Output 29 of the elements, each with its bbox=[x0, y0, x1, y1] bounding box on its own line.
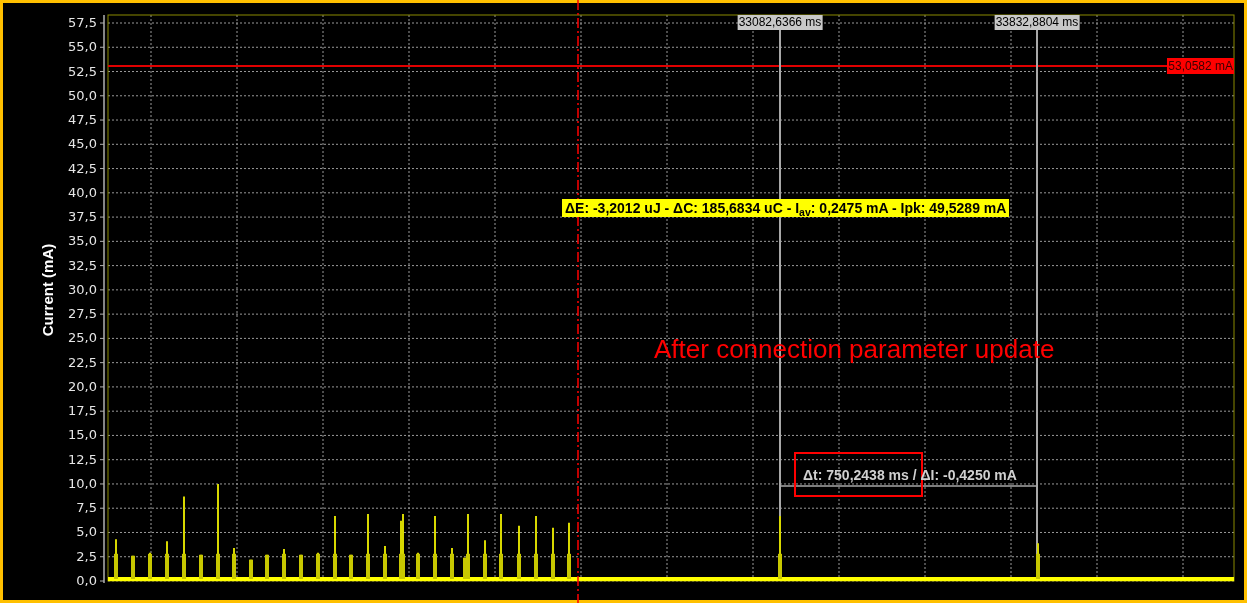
y-tick-label: 25,0 bbox=[68, 330, 97, 347]
cursor-time-label: 33832,8804 ms bbox=[994, 15, 1080, 30]
y-tick-label: 22,5 bbox=[68, 354, 97, 371]
y-tick-label: 45,0 bbox=[68, 136, 97, 153]
y-tick-label: 40,0 bbox=[68, 184, 97, 201]
y-tick-label: 0,0 bbox=[76, 573, 97, 589]
y-tick-label: 30,0 bbox=[68, 281, 97, 298]
y-tick-label: 5,0 bbox=[76, 524, 97, 541]
y-axis-title: Current (mA) bbox=[37, 243, 57, 337]
y-tick-label: 27,5 bbox=[68, 306, 97, 323]
y-tick-label: 57,5 bbox=[68, 15, 97, 31]
y-tick-label: 2,5 bbox=[76, 548, 97, 565]
y-tick-label: 32,5 bbox=[68, 257, 97, 274]
y-tick-label: 12,5 bbox=[68, 451, 97, 468]
cursor-time-label: 33082,6366 ms bbox=[737, 15, 823, 30]
y-tick-label: 15,0 bbox=[68, 427, 97, 444]
y-tick-label: 52,5 bbox=[68, 63, 97, 80]
y-tick-label: 10,0 bbox=[68, 475, 97, 492]
y-tick-label: 47,5 bbox=[68, 112, 97, 129]
y-tick-label: 50,0 bbox=[68, 87, 97, 104]
threshold-label: 53,0582 mA bbox=[1167, 58, 1234, 74]
y-tick-label: 20,0 bbox=[68, 378, 97, 395]
y-tick-label: 55,0 bbox=[68, 39, 97, 56]
y-tick-label: 35,0 bbox=[68, 233, 97, 250]
y-tick-label: 37,5 bbox=[68, 209, 97, 226]
y-tick-label: 42,5 bbox=[68, 160, 97, 177]
y-tick-label: 7,5 bbox=[76, 500, 97, 517]
y-tick-label: 17,5 bbox=[68, 403, 97, 420]
measurement-label: ΔE: -3,2012 uJ - ΔC: 185,6834 uC - I$_{av}$: 0,2475 mA - Ipk: 49,5289 mA bbox=[562, 199, 1010, 217]
